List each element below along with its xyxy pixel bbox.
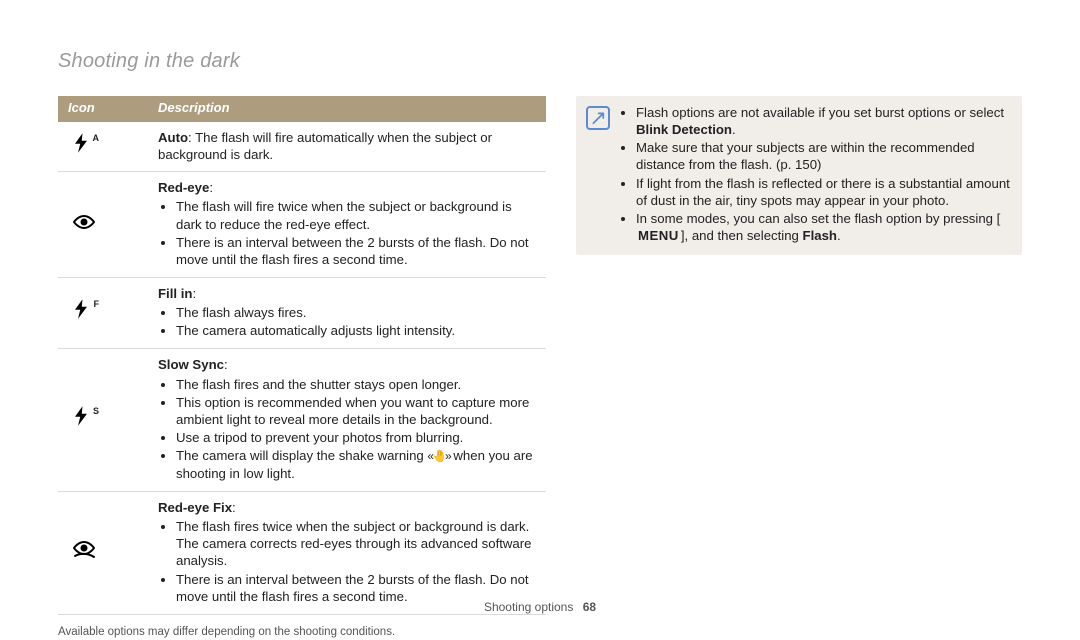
note-item: If light from the flash is reflected or … [636,175,1012,209]
th-desc: Description [148,96,546,122]
desc-cell: Red-eye Fix: The flash fires twice when t… [148,491,546,614]
row-title-rest: : [209,180,213,195]
desc-cell: Fill in: The flash always fires.The camer… [148,277,546,348]
note-item: In some modes, you can also set the flas… [636,210,1012,244]
note-list: Flash options are not available if you s… [620,104,1012,245]
row-bullet: The camera automatically adjusts light i… [176,322,536,339]
row-title: Auto [158,130,188,145]
desc-cell: Auto: The flash will fire automatically … [148,122,546,172]
row-bullet: Use a tripod to prevent your photos from… [176,429,536,446]
page-footer: Shooting options 68 [0,600,1080,616]
row-bullet: The flash always fires. [176,304,536,321]
footer-page-number: 68 [583,600,596,614]
row-title: Slow Sync [158,357,224,372]
row-bullet: The flash fires twice when the subject o… [176,518,536,569]
info-note-box: Flash options are not available if you s… [576,96,1022,255]
row-title-rest: : [224,357,228,372]
row-title: Fill in [158,286,192,301]
flash-letter: S [93,406,99,418]
desc-cell: Slow Sync: The flash fires and the shutte… [148,349,546,492]
note-bold: Blink Detection [636,122,732,137]
row-bullets: The flash fires twice when the subject o… [158,518,536,605]
flash-icon: S [72,405,90,434]
row-title-rest: : [232,500,236,515]
note-item: Flash options are not available if you s… [636,104,1012,138]
table-row: A Auto: The flash will fire automatically… [58,122,546,172]
icon-cell: S [58,349,148,492]
row-title: Red-eye [158,180,209,195]
row-bullets: The flash will fire twice when the subje… [158,198,536,268]
row-title-rest: : The flash will fire automatically when… [158,130,492,162]
flash-icon: F [72,298,90,327]
eye-icon [72,211,96,237]
under-table-note: Available options may differ depending o… [58,625,546,640]
eye-fix-icon [72,539,96,566]
flash-letter: F [94,299,100,311]
row-bullet: There is an interval between the 2 burst… [176,234,536,268]
row-title: Red-eye Fix [158,500,232,515]
shake-warning-icon: «🤚» [427,449,449,463]
row-bullet: The flash will fire twice when the subje… [176,198,536,232]
page-title: Shooting in the dark [58,48,1022,74]
note-item: Make sure that your subjects are within … [636,139,1012,173]
icon-cell [58,172,148,278]
table-row: Red-eye Fix: The flash fires twice when t… [58,491,546,614]
footer-section: Shooting options [484,600,573,614]
note-bold: Flash [803,228,837,243]
row-bullets: The flash always fires.The camera automa… [158,304,536,339]
note-icon [586,106,610,130]
menu-button-label: MENU [636,227,681,244]
row-bullet: The flash fires and the shutter stays op… [176,376,536,393]
icon-cell: F [58,277,148,348]
table-row: S Slow Sync: The flash fires and the shutt… [58,349,546,492]
row-bullet: This option is recommended when you want… [176,394,536,428]
table-row: Red-eye: The flash will fire twice when t… [58,172,546,278]
flash-icon: A [72,132,90,161]
row-bullet: The camera will display the shake warnin… [176,447,536,482]
th-icon: Icon [58,96,148,122]
flash-letter: A [93,133,100,145]
desc-cell: Red-eye: The flash will fire twice when t… [148,172,546,278]
row-bullets: The flash fires and the shutter stays op… [158,376,536,482]
icon-cell: A [58,122,148,172]
table-row: F Fill in: The flash always fires.The came… [58,277,546,348]
row-title-rest: : [192,286,196,301]
flash-options-table: Icon Description A Auto: The flash will f… [58,96,546,615]
icon-cell [58,491,148,614]
